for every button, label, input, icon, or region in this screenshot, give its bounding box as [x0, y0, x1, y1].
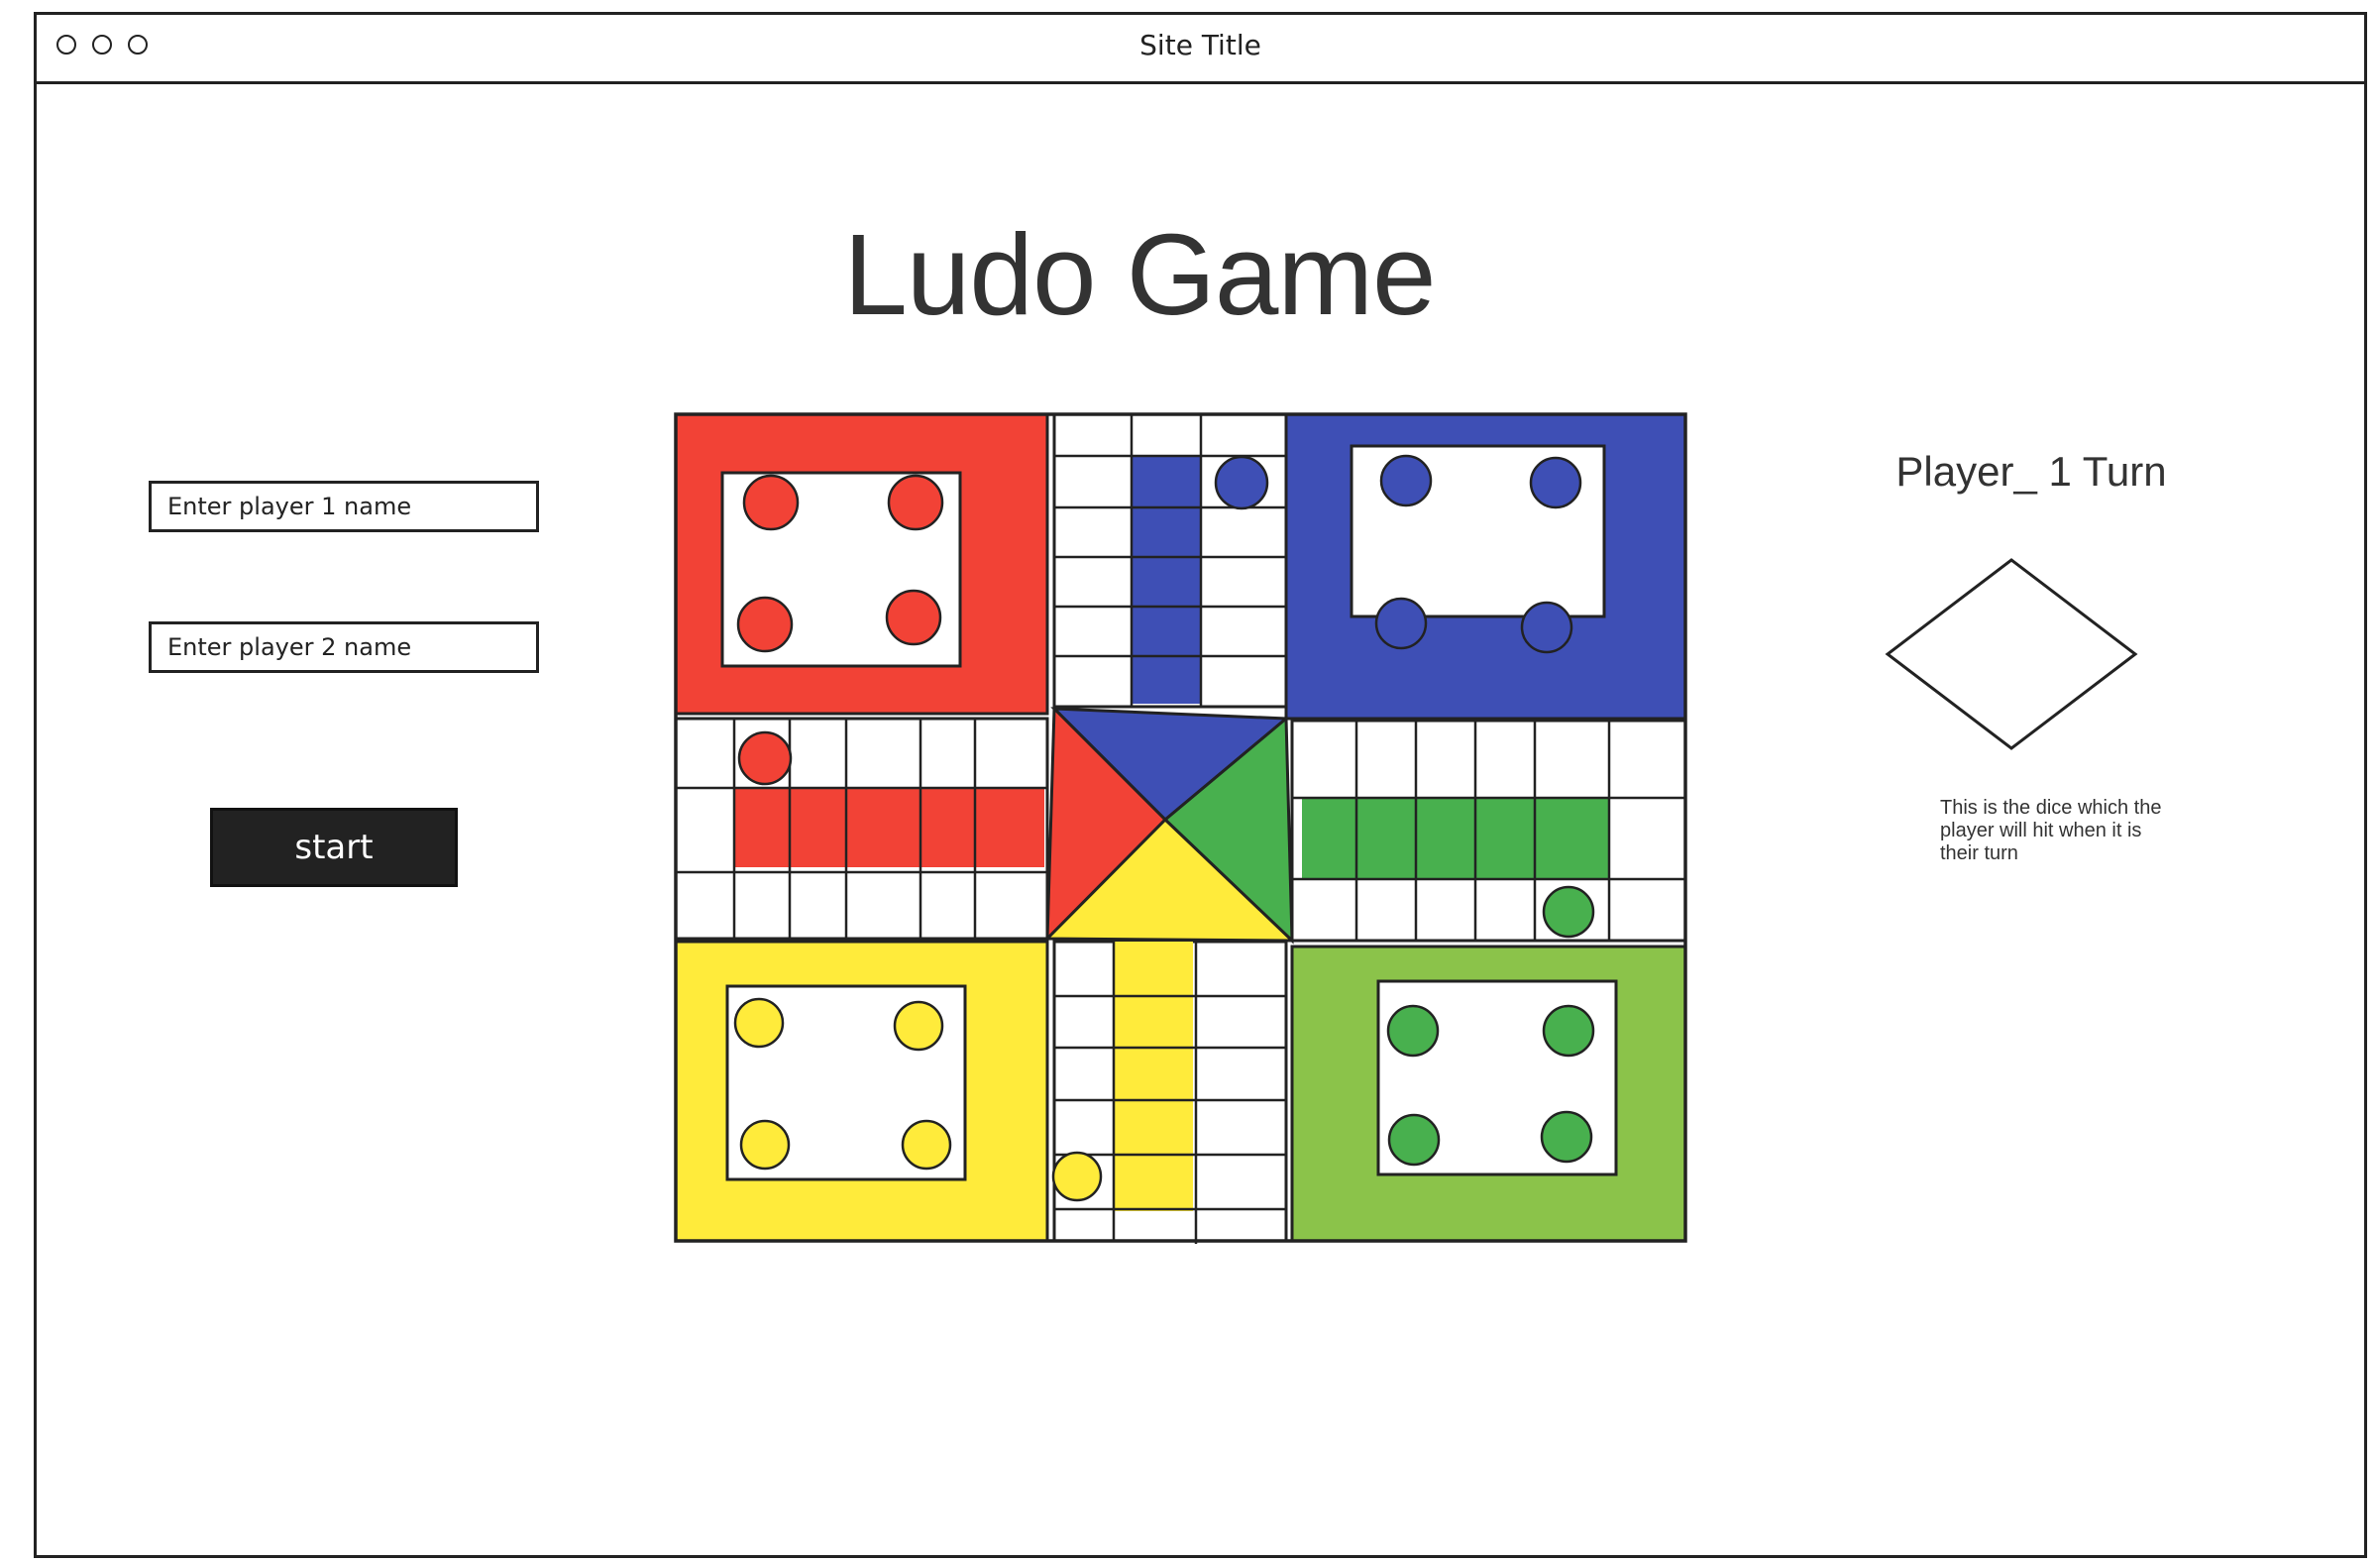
top-track	[1052, 412, 1288, 709]
right-track	[1290, 719, 1687, 943]
green-token[interactable]	[1542, 1004, 1595, 1058]
player2-name-input[interactable]	[149, 621, 539, 673]
green-token[interactable]	[1387, 1113, 1441, 1167]
turn-indicator: Player_ 1 Turn	[1895, 448, 2167, 495]
red-token[interactable]	[737, 730, 793, 786]
site-title: Site Title	[1139, 29, 1261, 61]
blue-token[interactable]	[1520, 601, 1573, 654]
blue-token[interactable]	[1214, 455, 1269, 510]
green-home	[1290, 945, 1687, 1243]
blue-token[interactable]	[1529, 456, 1582, 509]
red-token[interactable]	[736, 596, 794, 653]
dice-icon[interactable]	[1883, 555, 2140, 753]
blue-token[interactable]	[1374, 597, 1428, 650]
yellow-token[interactable]	[1051, 1151, 1103, 1202]
red-token[interactable]	[887, 474, 944, 531]
window-titlebar: Site Title	[37, 15, 2364, 84]
red-home	[674, 412, 1049, 716]
green-token[interactable]	[1386, 1004, 1440, 1058]
left-track	[674, 717, 1049, 941]
yellow-home	[674, 940, 1049, 1243]
blue-home	[1284, 412, 1687, 721]
center-home	[1043, 705, 1296, 945]
green-token[interactable]	[1542, 885, 1595, 939]
page-title: Ludo Game	[843, 210, 1436, 339]
green-token[interactable]	[1540, 1110, 1593, 1164]
player1-name-input[interactable]	[149, 481, 539, 532]
red-token[interactable]	[742, 474, 800, 531]
yellow-token[interactable]	[901, 1119, 952, 1171]
yellow-token[interactable]	[893, 1000, 944, 1052]
start-button[interactable]: start	[210, 808, 458, 887]
bottom-track	[1051, 940, 1288, 1244]
red-token[interactable]	[885, 589, 942, 646]
blue-token[interactable]	[1379, 454, 1433, 507]
yellow-token[interactable]	[739, 1119, 791, 1171]
yellow-token[interactable]	[733, 997, 785, 1049]
ludo-board	[674, 412, 1687, 1244]
dice-description: This is the dice which the player will h…	[1940, 797, 2162, 864]
